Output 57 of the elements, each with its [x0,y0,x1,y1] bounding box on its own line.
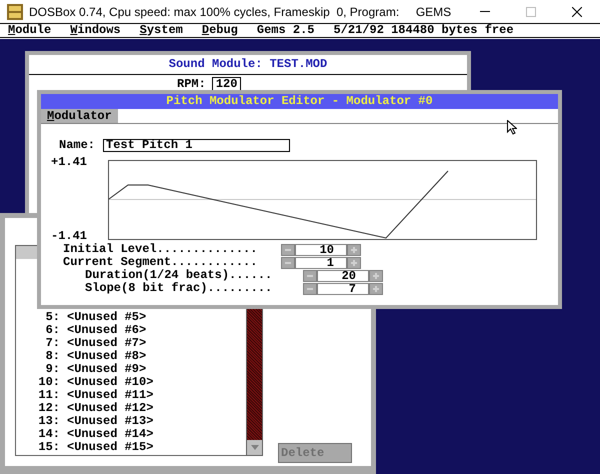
parameter-label: Current Segment............ [63,256,258,269]
list-item[interactable]: 13: <Unused #13> [16,415,246,428]
decrement-button[interactable] [281,244,295,256]
list-item[interactable]: 6: <Unused #6> [16,324,246,337]
minus-icon [285,262,291,264]
value-field[interactable]: 7 [317,282,369,294]
minus-icon [307,288,313,290]
decrement-button[interactable] [281,256,295,268]
down-arrow-icon [250,445,258,450]
list-item[interactable]: 8: <Unused #8> [16,350,246,363]
window-title: Sound Module: TEST.MOD [29,55,467,75]
value-field[interactable]: 20 [317,270,369,282]
parameter-label: Slope(8 bit frac)......... [84,282,274,295]
y-min-label: -1.41 [51,230,88,242]
list-item[interactable]: 15: <Unused #15> [16,441,246,454]
list-item[interactable]: 5: <Unused #5> [16,311,246,324]
menu-item[interactable]: Modulator [41,109,118,123]
parameter-label: Initial Level.............. [63,243,258,256]
rpm-label: RPM: [177,78,206,90]
increment-button[interactable] [347,244,361,256]
scroll-down-button[interactable] [247,440,262,455]
plus-icon [373,286,379,292]
minimize-icon [480,11,490,12]
maximize-icon [526,6,536,16]
decrement-button[interactable] [303,282,317,294]
plus-icon [351,246,357,252]
list-item[interactable]: 9: <Unused #9> [16,363,246,376]
list-item[interactable]: 14: <Unused #14> [16,428,246,441]
minus-icon [307,274,313,276]
increment-button[interactable] [369,270,383,282]
increment-button[interactable] [347,256,361,268]
minus-icon [285,248,291,250]
list-item[interactable]: 12: <Unused #12> [16,402,246,415]
app-icon [7,4,23,20]
menu-item[interactable]: Module [8,24,52,37]
plus-icon [373,272,379,278]
menu-item[interactable]: Windows [70,24,121,37]
list-item[interactable]: 10: <Unused #10> [16,376,246,389]
menu-item[interactable]: System [140,24,183,37]
name-field[interactable]: Test Pitch 1 [103,138,290,152]
window-title: Pitch Modulator Editor - Modulator #0 [41,94,558,109]
name-label: Name: [59,137,96,154]
menu-item[interactable]: Debug [202,24,238,37]
decrement-button[interactable] [303,270,317,282]
menu-item[interactable]: 5/21/92 184480 bytes free [333,24,514,37]
window-title: DOSBox 0.74, Cpu speed: max 100% cycles, Frameskip 0, Program: GEMS [29,4,452,20]
value-field[interactable]: 10 [295,244,347,256]
mouse-cursor-icon [507,120,517,135]
list-item[interactable]: 7: <Unused #7> [16,337,246,350]
close-icon [572,6,582,16]
parameter-label: Duration(1/24 beats)...... [84,269,274,282]
increment-button[interactable] [369,282,383,294]
y-max-label: +1.41 [51,156,88,168]
plus-icon [351,260,357,266]
list-item[interactable]: 11: <Unused #11> [16,389,246,402]
value-field[interactable]: 1 [295,256,347,268]
menu-item[interactable]: Gems 2.5 [256,24,314,37]
